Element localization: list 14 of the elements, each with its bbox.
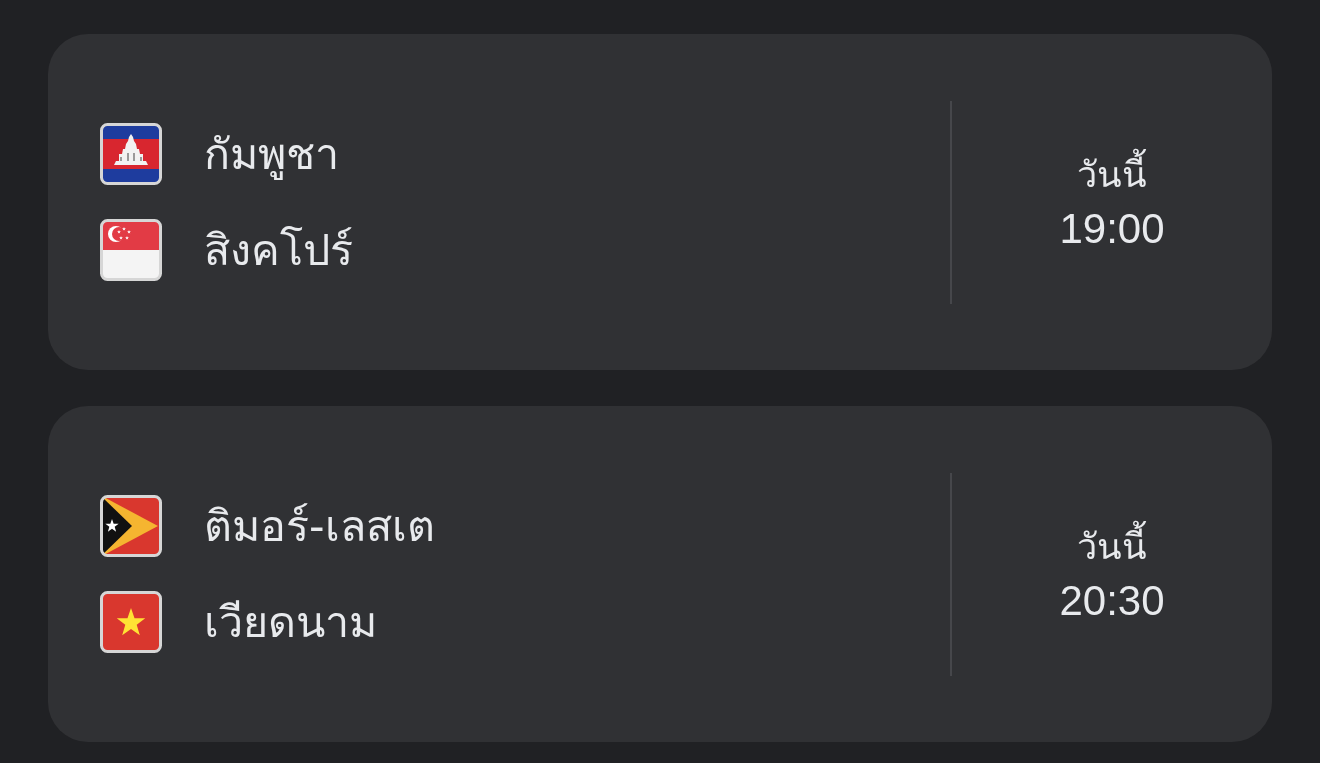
flag-icon bbox=[100, 123, 162, 185]
match-time: 19:00 bbox=[1059, 204, 1165, 254]
match-card[interactable]: กัมพูชา สิงคโปร์ วันนี้ 19:00 bbox=[48, 34, 1272, 370]
match-card[interactable]: ติมอร์-เลสเต เวียดนาม วันนี้ 20:30 bbox=[48, 406, 1272, 742]
match-day: วันนี้ bbox=[1077, 150, 1147, 200]
team-name: สิงคโปร์ bbox=[204, 224, 353, 277]
team-name: เวียดนาม bbox=[204, 596, 377, 649]
match-day: วันนี้ bbox=[1077, 522, 1147, 572]
flag-icon bbox=[100, 495, 162, 557]
team-name: กัมพูชา bbox=[204, 128, 339, 182]
match-time: 20:30 bbox=[1059, 576, 1165, 626]
flag-icon bbox=[100, 219, 162, 281]
flag-icon bbox=[100, 591, 162, 653]
team-name: ติมอร์-เลสเต bbox=[204, 500, 435, 553]
